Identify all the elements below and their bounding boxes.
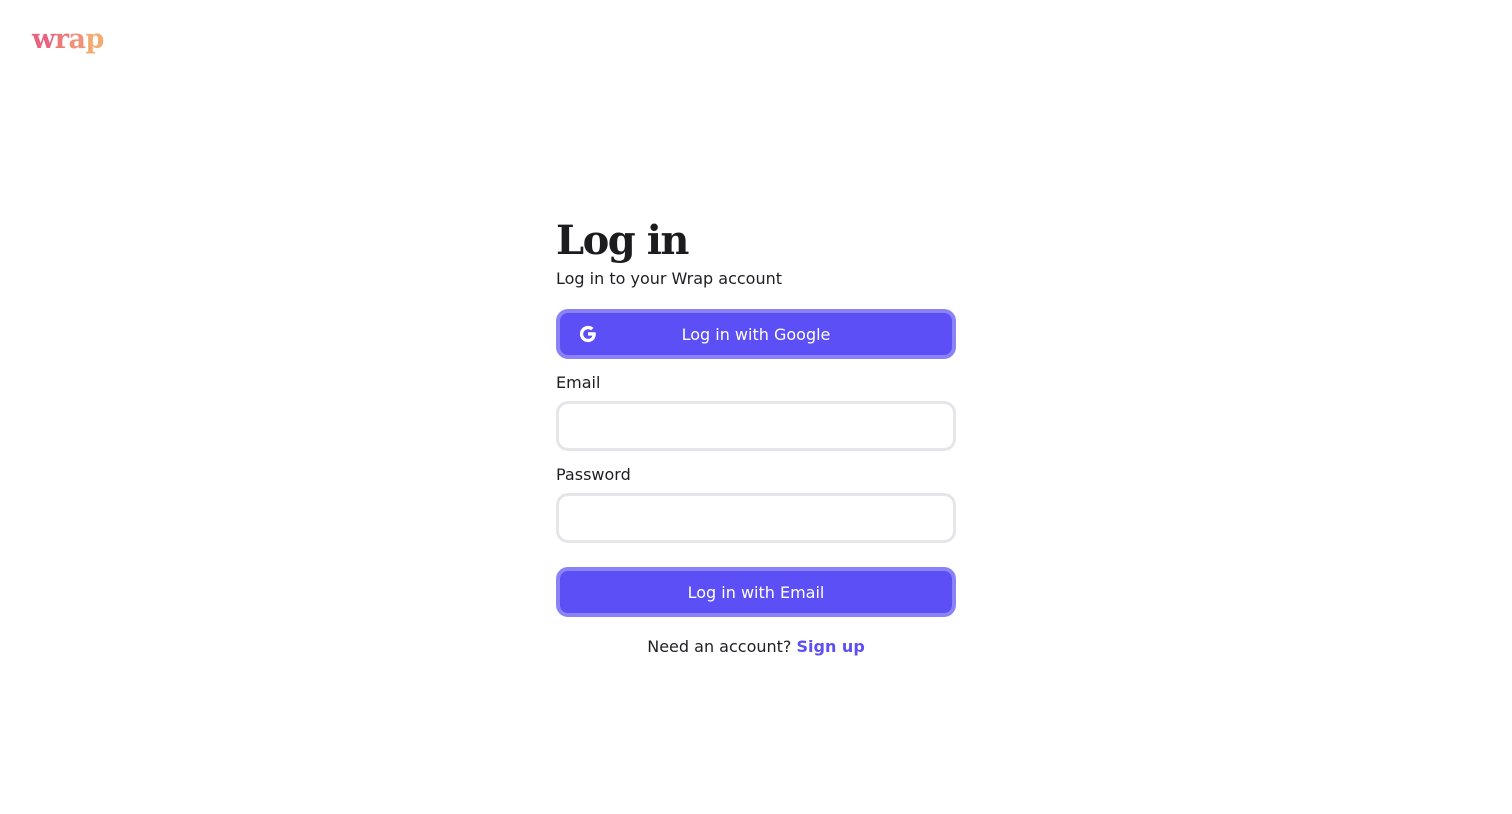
wrap-logo[interactable]: wrap: [32, 22, 104, 58]
email-label: Email: [556, 373, 601, 392]
login-form: Log in Log in to your Wrap account Log i…: [556, 215, 956, 659]
google-login-label: Log in with Google: [681, 324, 831, 344]
google-icon: [579, 325, 596, 343]
signup-prompt: Need an account? Sign up: [556, 635, 956, 659]
password-label: Password: [556, 465, 631, 484]
email-login-label: Log in with Email: [687, 582, 825, 602]
logo-letter: w: [32, 24, 55, 55]
page-title: Log in: [556, 217, 689, 264]
page-subtitle: Log in to your Wrap account: [556, 269, 783, 288]
signup-link[interactable]: Sign up: [797, 637, 865, 656]
signup-prompt-text: Need an account?: [647, 637, 792, 656]
email-field[interactable]: [556, 401, 956, 451]
password-field[interactable]: [556, 493, 956, 543]
logo-letter: a: [68, 24, 86, 55]
logo-letter: r: [54, 24, 69, 55]
email-login-button[interactable]: Log in with Email: [556, 567, 956, 617]
logo-letter: p: [85, 24, 104, 55]
google-login-button[interactable]: Log in with Google: [556, 309, 956, 359]
